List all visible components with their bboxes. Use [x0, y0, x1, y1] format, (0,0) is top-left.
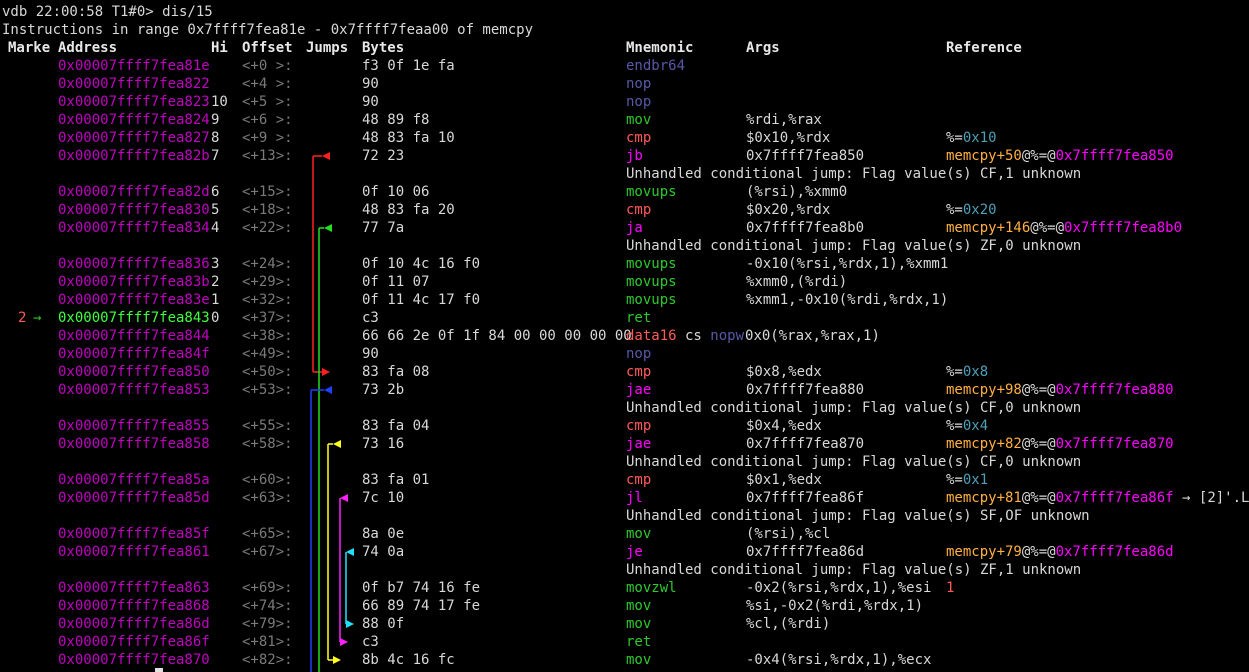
- jump-target-arrowhead: [340, 638, 348, 646]
- jump-source-arrowhead: [340, 494, 348, 502]
- jump-target-arrowhead: [322, 368, 330, 376]
- jump-source-arrowhead: [346, 548, 354, 556]
- jump-source-arrowhead: [324, 386, 332, 394]
- jump-source-arrowhead: [333, 440, 341, 448]
- text-cursor: [155, 668, 163, 672]
- jump-source-arrowhead: [322, 152, 330, 160]
- jump-target-arrowhead: [346, 620, 354, 628]
- jump-arrows: [310, 152, 354, 672]
- jump-source-arrowhead: [324, 224, 332, 232]
- jump-target-arrowhead: [333, 656, 341, 664]
